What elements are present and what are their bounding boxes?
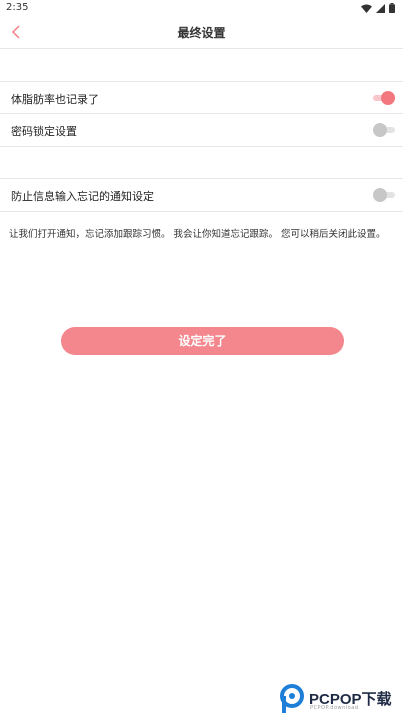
watermark-subtitle: PCPOP.download [310,705,359,711]
status-time: 2:35 [6,2,29,13]
done-button[interactable]: 设定完了 [61,327,344,355]
setting-label: 密码锁定设置 [11,125,77,138]
setting-row-password-lock: 密码锁定设置 [0,113,403,147]
body-fat-toggle[interactable] [373,91,395,105]
toggle-thumb [373,188,387,202]
setting-row-body-fat: 体脂肪率也记录了 [0,81,403,114]
signal-icon [376,3,385,13]
pcpop-logo-icon [280,684,304,713]
app-bar: 最终设置 [0,16,403,49]
password-lock-toggle[interactable] [373,123,395,137]
watermark: PCPOP下载 PCPOP.download [279,683,403,715]
page-title: 最终设置 [177,26,226,40]
setting-row-reminder-notification: 防止信息输入忘记的通知设定 [0,178,403,212]
notification-note: 让我们打开通知，忘记添加跟踪习惯。 我会让你知道忘记跟踪。 您可以稍后关闭此设置… [9,229,386,240]
reminder-notification-toggle[interactable] [373,188,395,202]
battery-icon [389,3,395,13]
wifi-icon [361,4,372,13]
status-icons [361,3,395,13]
setting-label: 体脂肪率也记录了 [11,93,99,106]
setting-label: 防止信息输入忘记的通知设定 [11,190,154,203]
toggle-thumb [381,91,395,105]
status-bar: 2:35 [0,0,403,16]
toggle-thumb [373,123,387,137]
